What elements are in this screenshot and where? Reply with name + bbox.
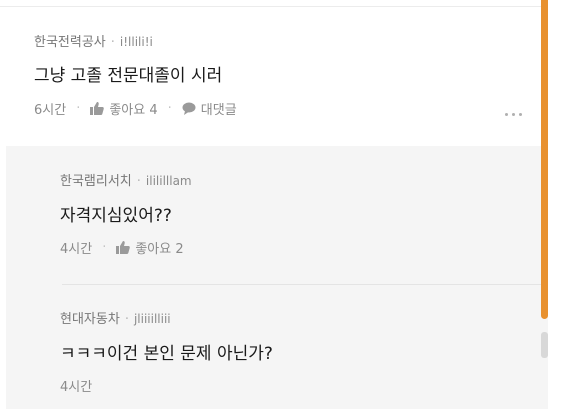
comment-time: 6시간 — [34, 103, 67, 118]
reply-author[interactable]: 한국램리서치 — [60, 174, 132, 189]
action-separator: · — [76, 101, 81, 116]
comment-nickname[interactable]: i!llili!i — [120, 35, 153, 49]
speech-bubble-icon — [182, 102, 196, 115]
reply-time: 4시간 — [60, 380, 93, 395]
comment-thread: 한국전력공사 · i!llili!i 그냥 고졸 전문대졸이 시러 6시간 · 좋아… — [0, 0, 561, 409]
reply-divider — [62, 284, 548, 285]
reply-nickname[interactable]: ilililllam — [146, 174, 192, 188]
reply-text: 자격지심있어?? — [60, 206, 172, 226]
meta-dot: · — [136, 174, 141, 189]
like-label: 좋아요 4 — [109, 103, 158, 118]
comment-item: 한국전력공사 · i!llili!i 그냥 고졸 전문대졸이 시러 6시간 · 좋아… — [0, 7, 548, 146]
more-dots-icon[interactable] — [505, 113, 522, 116]
reply-actions: 4시간 — [60, 376, 92, 395]
scrollbar-handle[interactable] — [541, 332, 548, 358]
comment-meta: 한국전력공사 · i!llili!i — [34, 31, 153, 50]
thumbs-up-icon — [90, 102, 105, 115]
reply-button[interactable]: 대댓글 — [182, 99, 237, 118]
reply-meta: 한국램리서치 · ilililllam — [60, 170, 192, 189]
meta-dot: · — [124, 312, 129, 327]
like-label: 좋아요 2 — [135, 242, 184, 257]
reply-time: 4시간 — [60, 242, 93, 257]
scrollbar-track[interactable] — [548, 0, 561, 409]
reply-label: 대댓글 — [200, 103, 237, 118]
scrollbar-thumb[interactable] — [541, 0, 548, 319]
reply-list: 한국램리서치 · ilililllam 자격지심있어?? 4시간 · 좋아요 2 현… — [6, 146, 548, 409]
meta-dot: · — [110, 35, 115, 50]
action-separator: · — [167, 101, 172, 116]
action-separator: · — [102, 240, 107, 255]
reply-author[interactable]: 현대자동차 — [60, 312, 120, 327]
reply-nickname[interactable]: jliiiilliii — [134, 312, 171, 326]
reply-actions: 4시간 · 좋아요 2 — [60, 238, 184, 257]
reply-meta: 현대자동차 · jliiiilliii — [60, 308, 171, 327]
like-button[interactable]: 좋아요 4 — [90, 99, 158, 118]
reply-text: ㅋㅋㅋ이건 본인 문제 아닌가? — [60, 344, 273, 364]
comment-actions: 6시간 · 좋아요 4 · 대댓글 — [34, 99, 237, 118]
comment-author[interactable]: 한국전력공사 — [34, 35, 106, 50]
like-button[interactable]: 좋아요 2 — [116, 238, 184, 257]
comment-text: 그냥 고졸 전문대졸이 시러 — [34, 66, 223, 86]
thumbs-up-icon — [116, 241, 131, 254]
